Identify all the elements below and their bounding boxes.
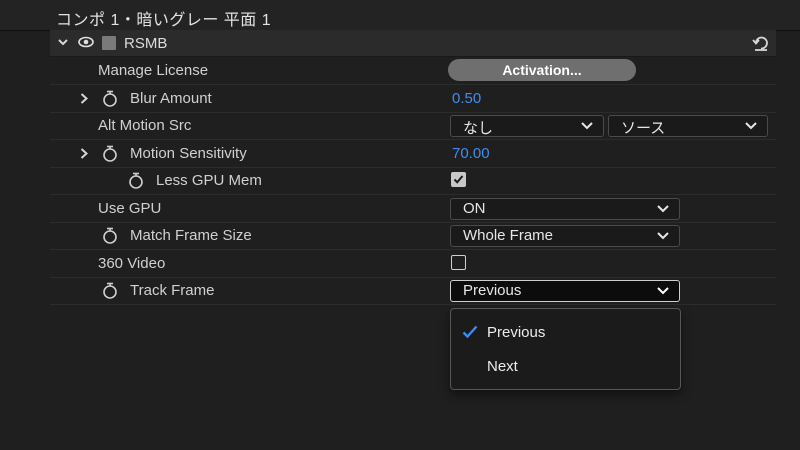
row-track-frame: Track Frame Previous xyxy=(50,277,776,305)
row-alt-motion-src: Alt Motion Src なし ソース xyxy=(50,112,776,140)
chevron-down-icon xyxy=(657,287,669,295)
stopwatch-icon[interactable] xyxy=(102,145,118,162)
stopwatch-icon[interactable] xyxy=(102,90,118,107)
alt-motion-layer-select-value: ソース xyxy=(621,120,666,137)
eye-icon[interactable] xyxy=(78,35,94,49)
row-manage-license: Manage License Activation... xyxy=(50,57,776,85)
alt-motion-layer-select[interactable]: ソース xyxy=(608,115,768,137)
panel-header: コンポ 1・暗いグレー 平面 1 xyxy=(0,0,800,31)
stopwatch-icon[interactable] xyxy=(128,172,144,189)
less-gpu-mem-label: Less GPU Mem xyxy=(156,172,262,189)
fx-swatch[interactable] xyxy=(102,36,116,50)
chevron-down-icon xyxy=(657,205,669,213)
row-360-video: 360 Video xyxy=(50,250,776,278)
effect-name: RSMB xyxy=(124,35,168,52)
blur-amount-value[interactable]: 0.50 xyxy=(452,90,481,107)
track-frame-select-value: Previous xyxy=(463,282,522,299)
chevron-down-icon xyxy=(657,232,669,240)
blur-amount-label: Blur Amount xyxy=(130,90,212,107)
alt-motion-src-select[interactable]: なし xyxy=(450,115,604,137)
match-frame-size-label: Match Frame Size xyxy=(130,227,252,244)
match-frame-size-select-value: Whole Frame xyxy=(463,227,554,244)
menu-item-label: Next xyxy=(487,358,518,375)
row-blur-amount: Blur Amount 0.50 xyxy=(50,85,776,113)
alt-motion-src-label: Alt Motion Src xyxy=(98,117,192,134)
stopwatch-icon[interactable] xyxy=(102,227,118,244)
alt-motion-src-select-value: なし xyxy=(463,120,494,137)
stopwatch-icon[interactable] xyxy=(102,282,118,299)
menu-item-previous[interactable]: Previous xyxy=(451,317,680,349)
chevron-right-icon[interactable] xyxy=(80,93,88,104)
manage-license-label: Manage License xyxy=(98,62,209,79)
video-360-checkbox[interactable] xyxy=(451,255,466,270)
video-360-label: 360 Video xyxy=(98,255,166,272)
row-match-frame-size: Match Frame Size Whole Frame xyxy=(50,222,776,250)
chevron-right-icon[interactable] xyxy=(80,148,88,159)
use-gpu-select-value: ON xyxy=(463,200,486,217)
less-gpu-mem-checkbox[interactable] xyxy=(451,172,466,187)
use-gpu-label: Use GPU xyxy=(98,200,162,217)
chevron-down-icon xyxy=(581,122,593,130)
track-frame-label: Track Frame xyxy=(130,282,215,299)
track-frame-select[interactable]: Previous xyxy=(450,280,680,302)
motion-sensitivity-value[interactable]: 70.00 xyxy=(452,145,490,162)
menu-item-label: Previous xyxy=(487,324,546,341)
use-gpu-select[interactable]: ON xyxy=(450,198,680,220)
layer-title: コンポ 1・暗いグレー 平面 1 xyxy=(56,12,272,29)
match-frame-size-select[interactable]: Whole Frame xyxy=(450,225,680,247)
reset-icon[interactable] xyxy=(752,34,770,52)
effect-header-row[interactable]: RSMB xyxy=(50,30,776,57)
checkmark-icon xyxy=(453,175,464,184)
checkmark-icon xyxy=(462,325,478,339)
row-less-gpu-mem: Less GPU Mem xyxy=(50,167,776,195)
chevron-down-icon[interactable] xyxy=(58,37,68,47)
menu-item-next[interactable]: Next xyxy=(451,351,680,383)
row-use-gpu: Use GPU ON xyxy=(50,195,776,223)
motion-sensitivity-label: Motion Sensitivity xyxy=(130,145,247,162)
track-frame-menu: Previous Next xyxy=(450,308,681,390)
row-motion-sensitivity: Motion Sensitivity 70.00 xyxy=(50,140,776,168)
activation-button[interactable]: Activation... xyxy=(448,59,636,81)
chevron-down-icon xyxy=(745,122,757,130)
